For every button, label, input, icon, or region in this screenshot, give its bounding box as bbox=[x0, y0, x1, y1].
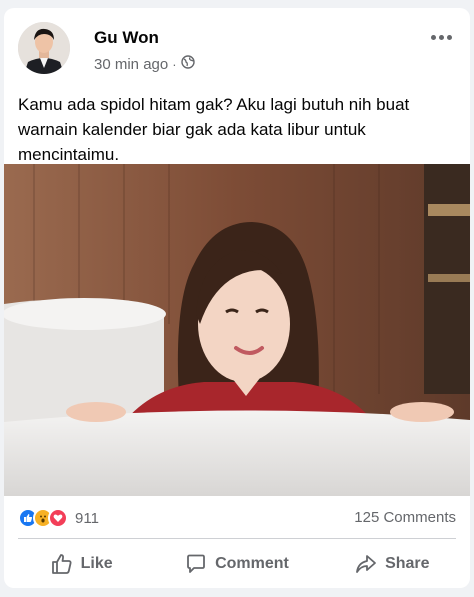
post-text: Kamu ada spidol hitam gak? Aku lagi butu… bbox=[18, 95, 410, 164]
avatar[interactable] bbox=[18, 22, 70, 74]
share-icon bbox=[355, 553, 377, 575]
reaction-count: 911 bbox=[75, 509, 99, 527]
post-photo[interactable] bbox=[4, 164, 470, 496]
like-button[interactable]: Like bbox=[4, 542, 159, 586]
post-actions: Like Comment Share bbox=[4, 542, 470, 586]
post-stats: 911 125 Comments bbox=[18, 506, 456, 532]
more-dot-icon bbox=[446, 34, 452, 40]
more-options-button[interactable] bbox=[426, 26, 456, 48]
post-header: Gu Won 30 min ago · bbox=[18, 22, 456, 76]
reaction-summary[interactable]: 911 bbox=[18, 508, 99, 528]
post-timestamp[interactable]: 30 min ago bbox=[94, 56, 168, 73]
author-name[interactable]: Gu Won bbox=[94, 28, 159, 48]
comment-label: Comment bbox=[215, 555, 289, 572]
post-card: Gu Won 30 min ago · Kamu ada spidol hita… bbox=[4, 8, 470, 588]
globe-icon bbox=[180, 55, 195, 73]
meta-separator: · bbox=[172, 56, 177, 72]
more-dot-icon bbox=[438, 34, 444, 40]
post-meta: 30 min ago · bbox=[94, 55, 195, 73]
love-reaction-icon bbox=[48, 508, 68, 528]
share-button[interactable]: Share bbox=[315, 542, 470, 586]
comments-count[interactable]: 125 Comments bbox=[354, 509, 456, 526]
more-dot-icon bbox=[430, 34, 436, 40]
comment-icon bbox=[185, 553, 207, 575]
like-label: Like bbox=[80, 555, 113, 572]
share-label: Share bbox=[385, 555, 430, 572]
thumbs-up-icon bbox=[51, 553, 73, 575]
comment-button[interactable]: Comment bbox=[159, 542, 314, 586]
divider bbox=[18, 538, 456, 539]
